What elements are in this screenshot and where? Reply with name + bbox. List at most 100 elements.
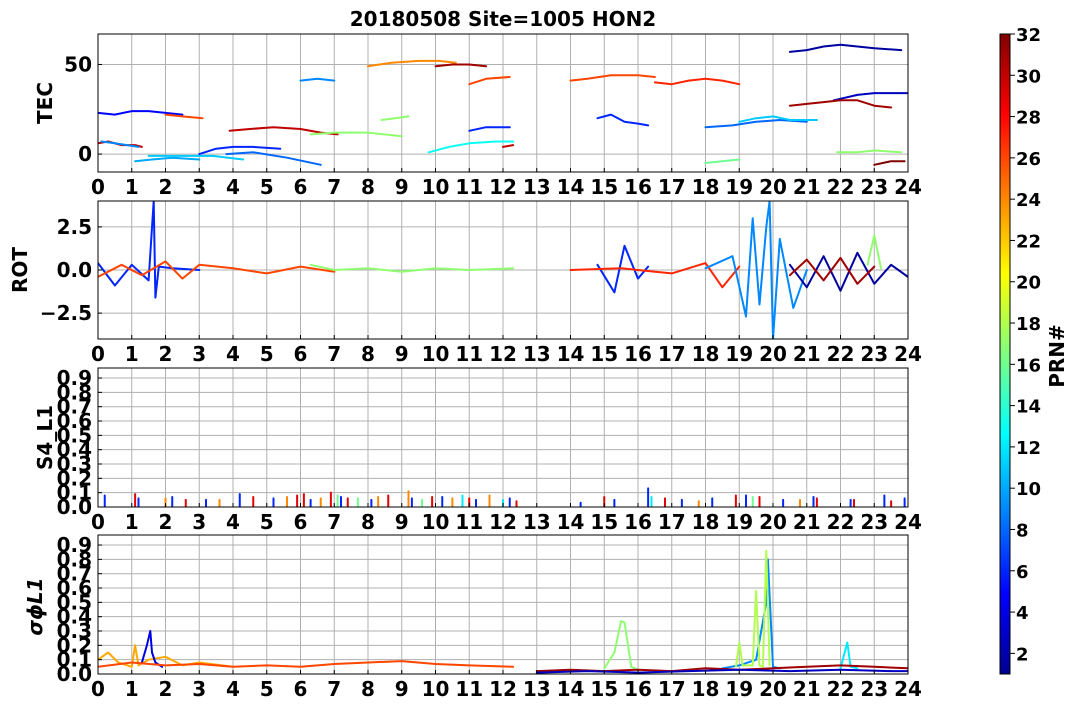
colorbar-tick-label: 26 bbox=[1016, 149, 1041, 170]
x-tick-label: 13 bbox=[523, 677, 551, 701]
colorbar-tick-label: 20 bbox=[1016, 273, 1041, 294]
series-line-prn-8 bbox=[704, 119, 808, 129]
x-tick-label: 14 bbox=[557, 175, 585, 199]
series-line-prn-30 bbox=[502, 144, 515, 148]
x-tick-label: 7 bbox=[327, 677, 341, 701]
colorbar-tick-label: 12 bbox=[1016, 438, 1041, 459]
x-tick-label: 8 bbox=[361, 677, 375, 701]
x-tick-label: 18 bbox=[692, 677, 720, 701]
y-tick-label: 50 bbox=[64, 52, 92, 76]
x-tick-label: 3 bbox=[192, 677, 206, 701]
x-tick-label: 4 bbox=[226, 342, 240, 366]
x-tick-label: 14 bbox=[557, 510, 585, 534]
x-tick-label: 24 bbox=[894, 342, 922, 366]
x-tick-label: 9 bbox=[395, 175, 409, 199]
x-tick-label: 0 bbox=[91, 175, 105, 199]
series-line-prn-6 bbox=[98, 201, 201, 299]
x-tick-label: 17 bbox=[658, 175, 686, 199]
x-tick-label: 11 bbox=[455, 342, 483, 366]
series-line-prn-16 bbox=[704, 158, 741, 164]
series-line-prn-27 bbox=[653, 77, 741, 86]
series-line-prn-12 bbox=[839, 641, 859, 670]
x-tick-label: 6 bbox=[294, 342, 308, 366]
x-tick-label: 5 bbox=[260, 677, 274, 701]
x-tick-label: 3 bbox=[192, 510, 206, 534]
colorbar-tick-label: 14 bbox=[1016, 397, 1041, 418]
chart-title: 20180508 Site=1005 HON2 bbox=[350, 7, 656, 31]
series-line-prn-10 bbox=[134, 156, 201, 163]
x-tick-label: 1 bbox=[125, 510, 139, 534]
series-line-prn-32 bbox=[873, 160, 906, 166]
x-tick-label: 17 bbox=[658, 510, 686, 534]
x-tick-label: 15 bbox=[590, 677, 618, 701]
x-tick-label: 15 bbox=[590, 175, 618, 199]
series-line-prn-9 bbox=[721, 558, 781, 670]
x-tick-label: 6 bbox=[294, 175, 308, 199]
x-tick-label: 0 bbox=[91, 510, 105, 534]
series-line-prn-26 bbox=[468, 76, 511, 86]
series-line-prn-3 bbox=[832, 92, 908, 102]
series-line-prn-9 bbox=[299, 77, 336, 82]
colorbar-tick-label: 28 bbox=[1016, 108, 1041, 129]
x-tick-label: 23 bbox=[860, 677, 888, 701]
figure: 20180508 Site=1005 HON2 0 1 2 3 4 5 6 7 8 9 10 11 12… bbox=[8, 7, 1069, 701]
x-tick-label: 21 bbox=[793, 342, 821, 366]
colorbar-tick-label: 10 bbox=[1016, 479, 1041, 500]
x-tick-label: 14 bbox=[557, 677, 585, 701]
x-tick-label: 20 bbox=[759, 677, 787, 701]
x-tick-label: 21 bbox=[793, 677, 821, 701]
y-axis-label-s4: S4_L1 bbox=[33, 405, 57, 470]
x-tick-label: 17 bbox=[658, 342, 686, 366]
series-line-prn-26 bbox=[164, 113, 204, 120]
x-tick-label: 17 bbox=[658, 677, 686, 701]
panel-tec: 0 1 2 3 4 5 6 7 8 9 10 11 12 13 14 15 16 17 18 19 20 21 22 23 24… bbox=[33, 33, 922, 199]
x-tick-label: 23 bbox=[860, 175, 888, 199]
x-tick-label: 21 bbox=[793, 175, 821, 199]
x-tick-label: 15 bbox=[590, 342, 618, 366]
x-tick-label: 18 bbox=[692, 175, 720, 199]
colorbar-tick-label: 30 bbox=[1016, 66, 1041, 87]
panel-s4: 0 1 2 3 4 5 6 7 8 9 10 11 12 13 14 15 16 17 18 19 20 21 22 23 24… bbox=[33, 366, 922, 534]
x-tick-label: 24 bbox=[894, 175, 922, 199]
x-tick-label: 19 bbox=[725, 510, 753, 534]
x-tick-label: 4 bbox=[226, 510, 240, 534]
x-tick-label: 20 bbox=[759, 175, 787, 199]
x-tick-label: 9 bbox=[395, 677, 409, 701]
x-tick-label: 23 bbox=[860, 510, 888, 534]
x-tick-label: 22 bbox=[827, 342, 855, 366]
x-tick-label: 1 bbox=[125, 342, 139, 366]
x-tick-label: 1 bbox=[125, 677, 139, 701]
x-tick-label: 16 bbox=[624, 677, 652, 701]
x-tick-label: 2 bbox=[159, 342, 173, 366]
series-line-prn-26 bbox=[98, 660, 515, 668]
colorbar-label: PRN# bbox=[1045, 324, 1069, 388]
x-tick-label: 23 bbox=[860, 342, 888, 366]
panels: 0 1 2 3 4 5 6 7 8 9 10 11 12 13 14 15 16 17 18 19 20 21 22 23 24… bbox=[8, 33, 922, 701]
colorbar-gradient bbox=[999, 33, 1011, 675]
x-tick-label: 10 bbox=[422, 510, 450, 534]
x-tick-label: 12 bbox=[489, 342, 517, 366]
x-tick-label: 13 bbox=[523, 342, 551, 366]
x-tick-label: 10 bbox=[422, 677, 450, 701]
x-tick-label: 24 bbox=[894, 510, 922, 534]
series-line-prn-17 bbox=[309, 263, 515, 273]
colorbar-tick-label: 16 bbox=[1016, 355, 1041, 376]
x-tick-label: 14 bbox=[557, 342, 585, 366]
x-tick-label: 0 bbox=[91, 677, 105, 701]
x-tick-label: 7 bbox=[327, 510, 341, 534]
x-tick-label: 8 bbox=[361, 342, 375, 366]
x-tick-label: 15 bbox=[590, 510, 618, 534]
colorbar-tick-label: 6 bbox=[1016, 562, 1029, 583]
y-axis-label-sigma: σϕL1 bbox=[23, 577, 47, 635]
colorbar-tick-label: 32 bbox=[1016, 25, 1041, 46]
colorbar-tick-label: 8 bbox=[1016, 520, 1029, 541]
series-line-prn-6 bbox=[596, 113, 650, 127]
x-tick-label: 11 bbox=[455, 510, 483, 534]
x-tick-label: 21 bbox=[793, 510, 821, 534]
x-tick-label: 9 bbox=[395, 342, 409, 366]
x-tick-label: 13 bbox=[523, 175, 551, 199]
y-axis-label-tec: TEC bbox=[33, 82, 57, 124]
x-tick-label: 7 bbox=[327, 342, 341, 366]
series-line-prn-18 bbox=[734, 549, 771, 668]
x-tick-label: 16 bbox=[624, 342, 652, 366]
